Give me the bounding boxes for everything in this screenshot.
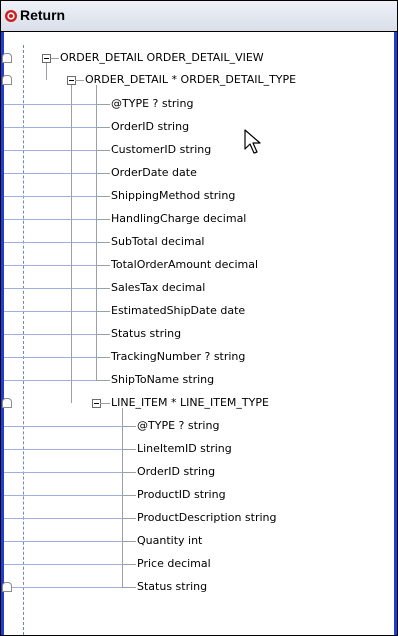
tree-node-root[interactable]: ORDER_DETAIL ORDER_DETAIL_VIEW (60, 51, 264, 65)
window-title: Return (20, 7, 66, 23)
line-item-connector (100, 403, 110, 404)
order-detail-port-icon[interactable] (2, 75, 12, 85)
field-line-item-6[interactable]: Price decimal (137, 557, 211, 571)
field-order-detail-6[interactable]: SubTotal decimal (111, 235, 205, 249)
field-connector (122, 426, 136, 427)
field-order-detail-1[interactable]: OrderID string (111, 120, 189, 134)
target-icon (5, 10, 17, 22)
field-link-line (4, 518, 122, 519)
field-link-line (4, 196, 96, 197)
field-link-line (4, 288, 96, 289)
root-port-icon[interactable] (2, 53, 12, 63)
field-connector (96, 150, 110, 151)
tree-node-line-item[interactable]: LINE_ITEM * LINE_ITEM_TYPE (111, 396, 269, 410)
field-order-detail-3[interactable]: OrderDate date (111, 166, 197, 180)
line-item-branch-line (122, 408, 123, 587)
field-link-line (4, 380, 96, 381)
field-connector (96, 288, 110, 289)
field-connector (96, 173, 110, 174)
field-order-detail-12[interactable]: ShipToName string (111, 373, 214, 387)
root-branch-line (46, 63, 47, 80)
field-connector (122, 518, 136, 519)
field-order-detail-5[interactable]: HandlingCharge decimal (111, 212, 246, 226)
field-connector (122, 472, 136, 473)
field-order-detail-0[interactable]: @TYPE ? string (111, 97, 193, 111)
tree-node-order-detail[interactable]: ORDER_DETAIL * ORDER_DETAIL_TYPE (85, 73, 296, 87)
schema-tree-window: Return ORDER_DETAIL ORDER_DETAIL_VIEW ORD… (0, 0, 398, 636)
field-link-line (4, 426, 122, 427)
field-line-item-1[interactable]: LineItemID string (137, 442, 232, 456)
field-connector (96, 242, 110, 243)
field-order-detail-10[interactable]: Status string (111, 327, 181, 341)
field-link-line (4, 127, 96, 128)
field-order-detail-7[interactable]: TotalOrderAmount decimal (111, 258, 258, 272)
field-connector (122, 541, 136, 542)
tree-dashed-guide (23, 45, 24, 635)
field-connector (96, 265, 110, 266)
field-connector (96, 334, 110, 335)
line-item-port-icon[interactable] (2, 398, 12, 408)
field-line-item-5[interactable]: Quantity int (137, 534, 202, 548)
field-order-detail-8[interactable]: SalesTax decimal (111, 281, 205, 295)
field-connector (122, 449, 136, 450)
field-link-line (4, 472, 122, 473)
field-order-detail-4[interactable]: ShippingMethod string (111, 189, 235, 203)
field-link-line (4, 265, 96, 266)
right-accent-bar (394, 32, 397, 635)
field-link-line (4, 357, 96, 358)
field-link-line (4, 541, 122, 542)
field-connector (96, 196, 110, 197)
field-link-line (4, 311, 96, 312)
root-collapse-toggle[interactable] (42, 54, 51, 63)
field-line-item-4[interactable]: ProductDescription string (137, 511, 277, 525)
window-title-bar: Return (1, 1, 397, 32)
field-connector (122, 564, 136, 565)
field-connector (96, 104, 110, 105)
field-connector (96, 311, 110, 312)
field-link-line (4, 104, 96, 105)
field-order-detail-2[interactable]: CustomerID string (111, 143, 211, 157)
field-link-line (4, 587, 122, 588)
field-line-item-3[interactable]: ProductID string (137, 488, 226, 502)
field-link-line (4, 173, 96, 174)
field-link-line (4, 242, 96, 243)
field-link-line (4, 449, 122, 450)
field-connector (96, 380, 110, 381)
field-link-line (4, 495, 122, 496)
field-connector (96, 127, 110, 128)
field-link-line (4, 334, 96, 335)
field-connector (122, 587, 136, 588)
field-connector (96, 357, 110, 358)
field-link-line (4, 219, 96, 220)
field-connector (96, 219, 110, 220)
field-line-item-0[interactable]: @TYPE ? string (137, 419, 219, 433)
order-detail-connector (75, 80, 84, 81)
field-connector (122, 495, 136, 496)
field-link-line (4, 564, 122, 565)
field-link-line (4, 150, 96, 151)
status-port-icon[interactable] (2, 582, 12, 592)
field-order-detail-11[interactable]: TrackingNumber ? string (111, 350, 245, 364)
order-detail-branch-line (96, 85, 97, 380)
field-order-detail-9[interactable]: EstimatedShipDate date (111, 304, 245, 318)
order-detail-to-line-item-line (71, 85, 72, 403)
mouse-cursor-icon (244, 129, 261, 154)
field-line-item-7[interactable]: Status string (137, 580, 207, 594)
root-connector (51, 58, 59, 59)
field-line-item-2[interactable]: OrderID string (137, 465, 215, 479)
